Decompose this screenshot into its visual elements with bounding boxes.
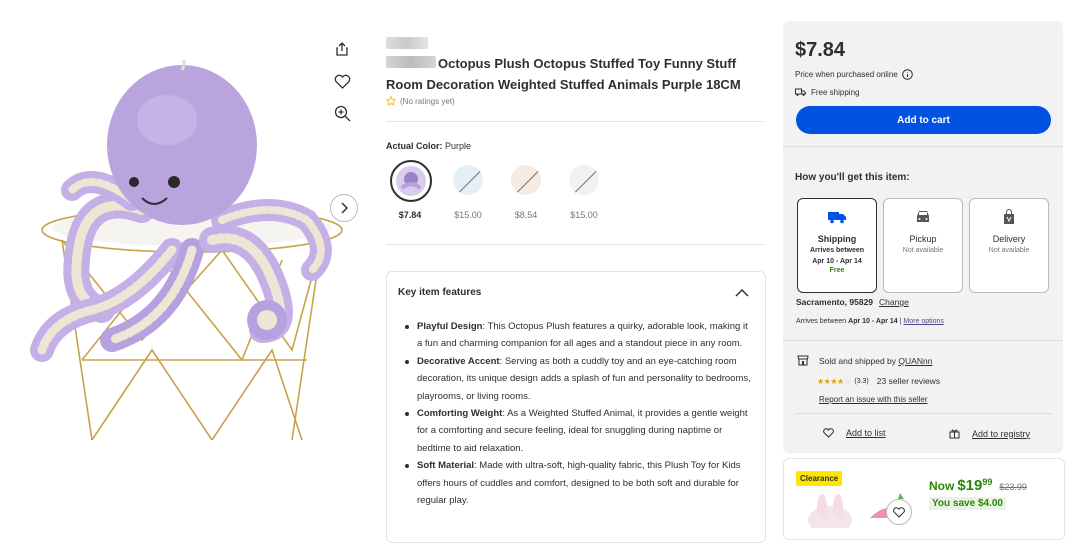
ratings-summary[interactable]: (No ratings yet): [386, 96, 455, 106]
variant-price-2: $15.00: [454, 210, 482, 220]
divider: [783, 340, 1063, 341]
store-icon: [797, 355, 809, 366]
next-image-button[interactable]: [330, 194, 358, 222]
variant-swatch-3[interactable]: [508, 162, 544, 198]
divider: [386, 121, 764, 122]
chevron-up-icon[interactable]: [735, 284, 749, 302]
variant-swatch-4[interactable]: [566, 162, 602, 198]
chevron-right-icon: [341, 202, 348, 214]
share-icon[interactable]: [330, 37, 354, 61]
promo-savings: You save $4.00: [929, 497, 1006, 510]
features-list: Playful Design: This Octopus Plush featu…: [405, 318, 755, 509]
fulfillment-option-shipping[interactable]: Shipping Arrives between Apr 10 - Apr 14…: [797, 198, 877, 293]
delivery-location: Sacramento, 95829 Change: [796, 297, 909, 307]
heart-icon[interactable]: [330, 69, 354, 93]
add-to-list-button[interactable]: Add to list: [823, 428, 886, 438]
truck-icon: [795, 88, 806, 96]
seller-rating[interactable]: ★★★★☆ (3.3) 23 seller reviews: [817, 376, 940, 386]
info-icon[interactable]: [901, 69, 913, 80]
gift-icon: [949, 429, 960, 439]
features-heading: Key item features: [398, 287, 482, 298]
fulfillment-option-delivery[interactable]: Delivery Not available: [969, 198, 1049, 293]
truck-icon: [827, 209, 847, 227]
more-options-link[interactable]: More options: [903, 318, 943, 325]
color-label: Actual Color: Purple: [386, 141, 472, 151]
car-icon: [914, 209, 932, 227]
variant-price-1: $7.84: [398, 210, 422, 220]
promo-favorite-button[interactable]: [886, 499, 912, 525]
star-icon: [386, 96, 396, 106]
promo-was-price: $23.99: [999, 482, 1027, 492]
heart-icon: [823, 428, 834, 438]
promo-now-price: Now $1999 $23.99: [929, 477, 1027, 494]
key-features-panel: Key item features Playful Design: This O…: [386, 271, 766, 543]
change-location-link[interactable]: Change: [879, 297, 909, 307]
divider: [795, 413, 1052, 414]
ratings-text: (No ratings yet): [400, 96, 455, 106]
variant-price-4: $15.00: [570, 210, 598, 220]
zoom-in-icon[interactable]: [330, 101, 354, 125]
price-note: Price when purchased online: [795, 69, 913, 80]
product-image[interactable]: [22, 53, 344, 442]
seller-info: Sold and shipped by QUANnn: [797, 355, 932, 366]
fulfillment-option-pickup[interactable]: Pickup Not available: [883, 198, 963, 293]
report-seller-link[interactable]: Report an issue with this seller: [819, 395, 928, 404]
list-item: Comforting Weight: As a Weighted Stuffed…: [405, 405, 755, 457]
list-item: Playful Design: This Octopus Plush featu…: [405, 318, 755, 353]
list-item: Decorative Accent: Serving as both a cud…: [405, 353, 755, 405]
product-title: Octopus Plush Octopus Stuffed Toy Funny …: [386, 56, 741, 92]
add-to-registry-button[interactable]: Add to registry: [949, 428, 1030, 439]
add-to-cart-button[interactable]: Add to cart: [796, 106, 1051, 134]
fulfillment-heading: How you'll get this item:: [795, 172, 910, 183]
brand-logo-blurred: [386, 37, 428, 49]
star-rating-icon: ★★★★☆: [817, 376, 851, 386]
divider: [386, 244, 764, 245]
clearance-badge: Clearance: [796, 471, 843, 486]
divider: [783, 146, 1063, 147]
seller-name-link[interactable]: QUANnn: [898, 356, 932, 366]
variant-price-3: $8.54: [514, 210, 538, 220]
variant-swatch-1[interactable]: [390, 160, 432, 202]
color-value: Purple: [445, 141, 472, 151]
price: $7.84: [795, 39, 846, 61]
variant-swatch-2[interactable]: [450, 162, 486, 198]
bag-icon: [1001, 209, 1017, 227]
list-item: Soft Material: Made with ultra-soft, hig…: [405, 457, 755, 509]
arrival-estimate: Arrives between Apr 10 - Apr 14 | More o…: [796, 318, 944, 325]
free-shipping: Free shipping: [795, 88, 859, 97]
heart-icon: [893, 506, 905, 518]
